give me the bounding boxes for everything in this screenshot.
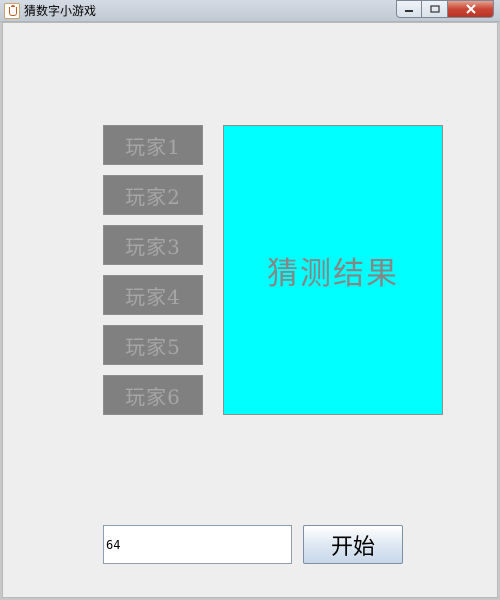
player-4-button[interactable]: 玩家4 — [103, 275, 203, 315]
title-bar[interactable]: 猜数字小游戏 — [0, 0, 500, 22]
close-icon — [465, 4, 476, 14]
maximize-icon — [429, 5, 440, 13]
java-cup-icon — [4, 3, 20, 19]
player-5-button[interactable]: 玩家5 — [103, 325, 203, 365]
player-2-button[interactable]: 玩家2 — [103, 175, 203, 215]
player-3-button[interactable]: 玩家3 — [103, 225, 203, 265]
player-6-button[interactable]: 玩家6 — [103, 375, 203, 415]
window-title: 猜数字小游戏 — [24, 4, 97, 18]
minimize-button[interactable] — [396, 0, 422, 18]
maximize-button[interactable] — [422, 0, 448, 18]
guess-result-panel: 猜测结果 — [223, 125, 443, 415]
number-input[interactable] — [103, 525, 292, 564]
app-window: 猜数字小游戏 玩家1 玩家2 玩家3 玩家4 玩家5 玩家6 猜测结果 64 开… — [0, 0, 500, 600]
player-1-button[interactable]: 玩家1 — [103, 125, 203, 165]
close-button[interactable] — [448, 0, 494, 18]
guess-result-label: 猜测结果 — [267, 255, 399, 292]
start-button[interactable]: 开始 — [303, 525, 403, 564]
minimize-icon — [405, 10, 413, 12]
window-controls — [396, 0, 494, 18]
